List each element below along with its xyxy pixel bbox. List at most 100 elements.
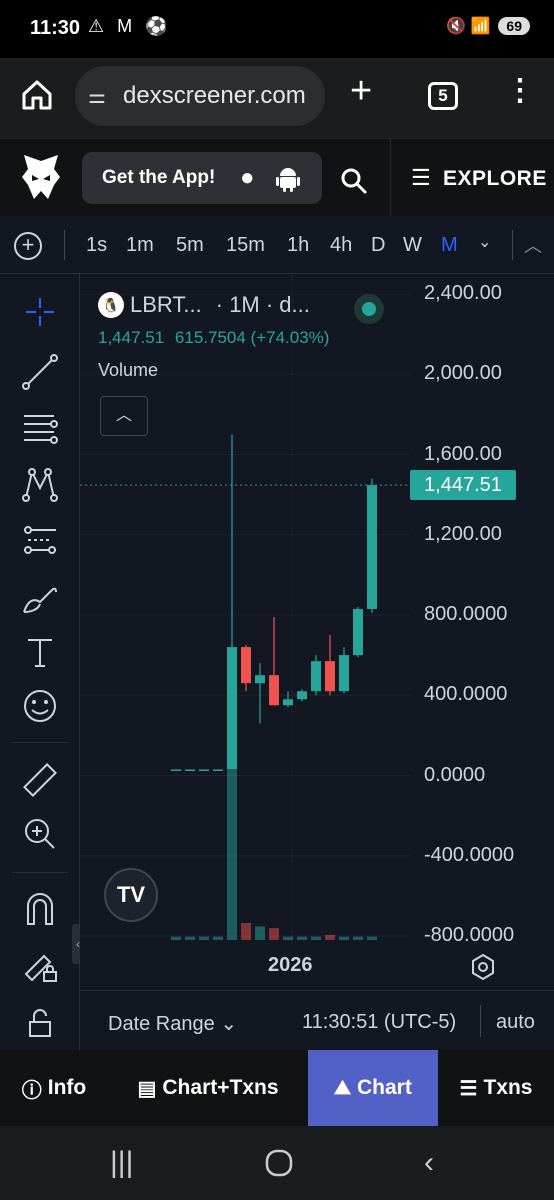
pattern-icon[interactable]: [20, 464, 60, 504]
chevron-up-icon[interactable]: ︿: [524, 232, 542, 258]
dexscreener-logo-icon[interactable]: [20, 155, 62, 203]
volume-bar: [255, 926, 265, 940]
price-axis-tick: -800.0000: [424, 924, 515, 946]
chart-icon: ⛰: [334, 1076, 351, 1099]
timeframe-4h[interactable]: 4h: [330, 234, 352, 257]
tab-txns[interactable]: ☰ Txns: [438, 1050, 554, 1126]
divider: [512, 230, 513, 260]
timeframe-bar: + 1s 1m 5m 15m 1h 4h D W M ⌄ ︿: [0, 216, 554, 274]
volume-bar: [199, 936, 209, 940]
collapse-legend-button[interactable]: ︿: [100, 396, 148, 436]
brush-icon[interactable]: [20, 578, 60, 618]
volume-bar: [311, 936, 321, 940]
chevron-down-icon: ⌄: [220, 1013, 238, 1035]
timeframe-m[interactable]: M: [441, 234, 458, 257]
volume-bar: [325, 934, 335, 940]
volume-bar: [269, 928, 279, 940]
magnet-icon[interactable]: [20, 890, 60, 930]
url-text: dexscreener.com: [123, 82, 306, 109]
candle-body: [185, 769, 195, 771]
timeframe-5m[interactable]: 5m: [176, 234, 204, 257]
divider: [12, 742, 68, 743]
explore-label: EXPLORE: [443, 167, 547, 190]
tab-chart-label: Chart: [356, 1076, 412, 1099]
legend-symbol-row: 🐧 LBRT... · 1M · d...: [98, 292, 329, 318]
get-app-button[interactable]: Get the App! ●: [82, 152, 322, 204]
more-menu-icon[interactable]: ⋮: [505, 76, 535, 106]
list-icon: ☰: [459, 1077, 478, 1100]
volume-bar: [339, 936, 349, 940]
compare-symbol-icon[interactable]: +: [14, 232, 42, 260]
forecasting-icon[interactable]: [20, 520, 60, 560]
trend-line-icon[interactable]: [20, 352, 60, 392]
home-nav-icon[interactable]: [264, 1148, 294, 1178]
status-bar: 11:30 ⚠ M ⚽ 🔇 📶 69: [0, 0, 554, 58]
price-axis-tick: 2,400.00: [424, 282, 502, 304]
tab-chart[interactable]: ⛰ Chart: [308, 1050, 438, 1126]
search-icon[interactable]: [340, 167, 368, 195]
price-axis-tick: 1,600.00: [424, 442, 502, 465]
candle-body: [283, 699, 293, 706]
new-tab-icon[interactable]: +: [350, 72, 372, 110]
date-range-dropdown[interactable]: Date Range ⌄: [108, 1011, 237, 1036]
notification-icons: ⚠ M ⚽: [88, 16, 172, 36]
timeframe-15m[interactable]: 15m: [226, 234, 265, 257]
recent-apps-icon[interactable]: |||: [110, 1146, 133, 1180]
auto-scale-button[interactable]: auto: [496, 1011, 535, 1034]
last-price-tag: 1,447.51: [410, 470, 516, 500]
timeframe-d[interactable]: D: [371, 234, 385, 257]
legend-price-row: 1,447.51 615.7504 (+74.03%): [98, 328, 329, 348]
drawing-toolbar: ‹: [0, 274, 84, 1050]
volume-bar: [367, 936, 377, 940]
fib-retracement-icon[interactable]: [20, 408, 60, 448]
market-open-indicator-icon: [354, 294, 384, 324]
price-axis-tick: 2,000.00: [424, 362, 502, 385]
zoom-in-icon[interactable]: [20, 814, 60, 854]
candle-body: [269, 675, 279, 706]
timeframe-w[interactable]: W: [403, 234, 422, 257]
candle-body: [367, 485, 377, 609]
timezone-label[interactable]: 11:30:51 (UTC-5): [302, 1011, 456, 1034]
timeframe-1m[interactable]: 1m: [126, 234, 154, 257]
token-logo-icon: 🐧: [98, 292, 124, 318]
tradingview-logo-icon[interactable]: TV: [104, 868, 158, 922]
bottom-tab-bar: ⓘ Info ▤ Chart+Txns ⛰ Chart ☰ Txns: [0, 1050, 554, 1126]
home-icon[interactable]: [20, 78, 54, 112]
url-bar[interactable]: ⚌ dexscreener.com: [75, 66, 325, 126]
text-icon[interactable]: [20, 632, 60, 672]
crosshair-icon[interactable]: [20, 292, 60, 332]
explore-button[interactable]: ☰ EXPLORE: [390, 139, 554, 217]
price-axis-tick: 400.0000: [424, 683, 508, 706]
volume-bar: [227, 770, 237, 940]
tab-info[interactable]: ⓘ Info: [0, 1050, 108, 1126]
candle-body: [297, 691, 307, 700]
lock-drawing-icon[interactable]: [20, 946, 60, 986]
status-time: 11:30: [30, 17, 81, 39]
legend-price: 1,447.51: [98, 328, 165, 347]
get-app-label: Get the App!: [102, 167, 216, 188]
chart-settings-icon[interactable]: [468, 952, 498, 982]
candle-body: [325, 661, 335, 692]
legend-symbol: LBRT...: [130, 292, 202, 317]
apple-icon: ●: [240, 164, 255, 191]
split-icon: ▤: [137, 1077, 157, 1100]
ruler-icon[interactable]: [20, 760, 60, 800]
tab-switcher-button[interactable]: 5: [428, 82, 458, 110]
divider: [480, 1005, 481, 1037]
hamburger-icon: ☰: [411, 165, 431, 190]
mute-wifi-signal-icons: 🔇 📶: [446, 18, 491, 35]
price-axis-tick: 1,200.00: [424, 522, 502, 545]
tab-chart-txns[interactable]: ▤ Chart+Txns: [108, 1050, 308, 1126]
price-chart[interactable]: 🐧 LBRT... · 1M · d... 1,447.51 615.7504 …: [80, 274, 554, 990]
site-settings-icon[interactable]: ⚌: [88, 84, 106, 109]
unlock-icon[interactable]: [20, 1002, 60, 1042]
emoji-icon[interactable]: [20, 686, 60, 726]
chevron-down-icon[interactable]: ⌄: [478, 232, 491, 252]
timeframe-1h[interactable]: 1h: [287, 234, 309, 257]
back-icon[interactable]: ‹: [424, 1146, 434, 1180]
candle-body: [213, 769, 223, 771]
candle-body: [171, 769, 181, 771]
status-right: 🔇 📶 69: [446, 16, 530, 36]
divider: [12, 872, 68, 873]
timeframe-1s[interactable]: 1s: [86, 234, 107, 257]
